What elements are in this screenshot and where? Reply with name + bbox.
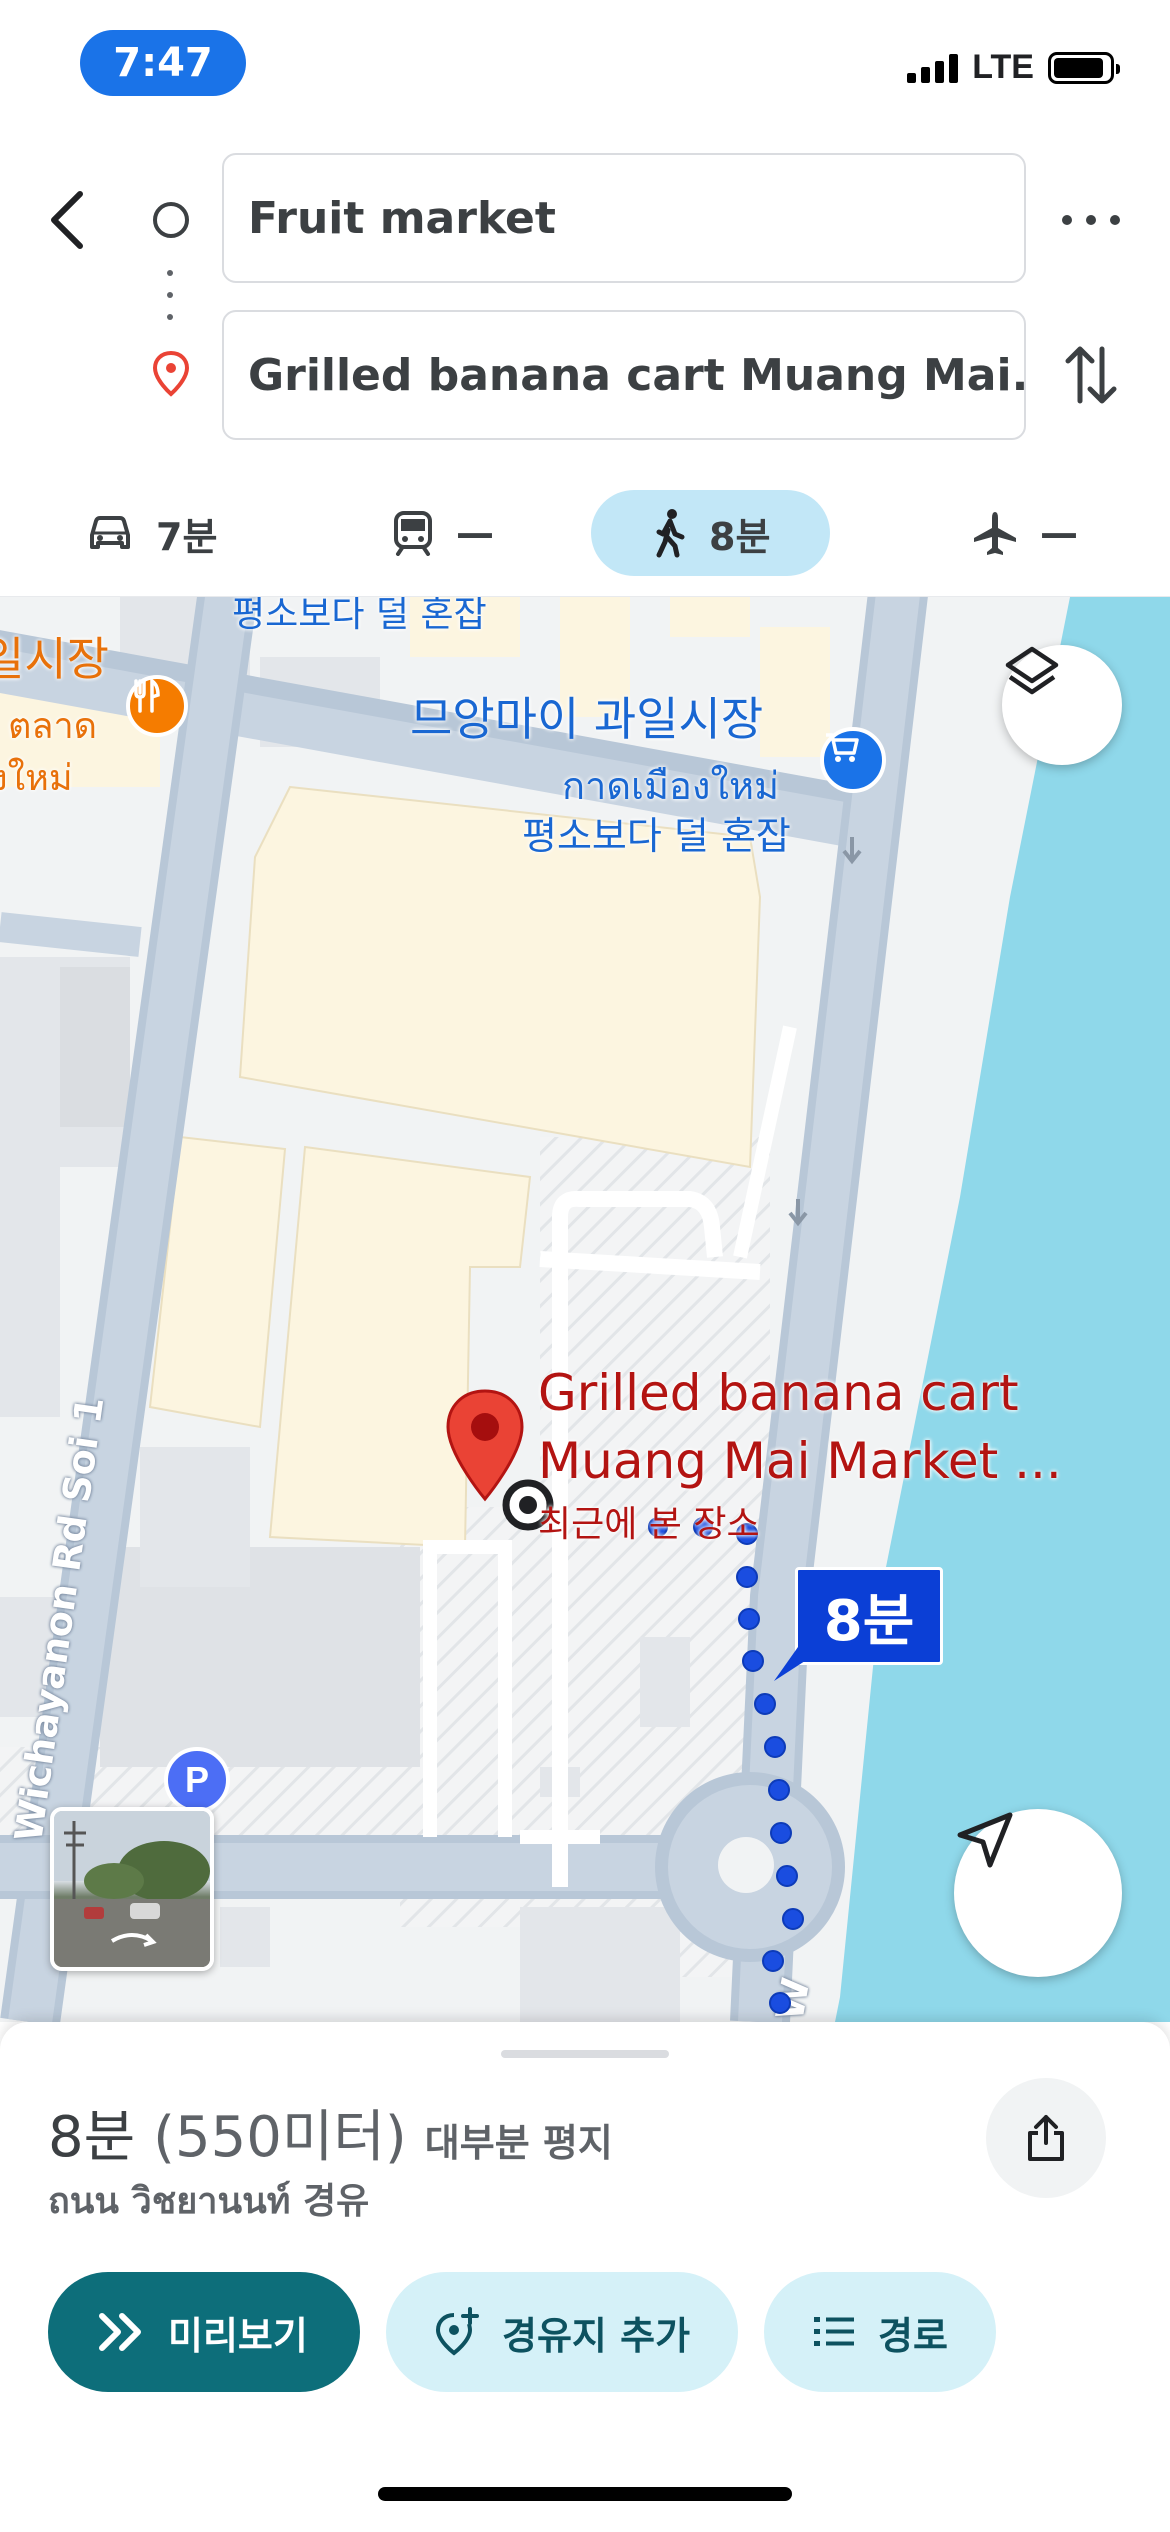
destination-field[interactable]: Grilled banana cart Muang Mai... <box>222 310 1026 440</box>
status-time: 7:47 <box>80 30 246 96</box>
route-terrain-note: 대부분 평지 <box>424 2121 613 2165</box>
steps-label: 경로 <box>878 2313 948 2358</box>
preview-button[interactable]: 미리보기 <box>48 2272 360 2392</box>
route-via: ถนน วิชยานนท์ 경유 <box>48 2181 370 2222</box>
mode-transit-label: — <box>456 511 494 555</box>
mode-drive[interactable]: 7분 <box>86 490 217 576</box>
steps-button[interactable]: 경로 <box>764 2272 996 2392</box>
street-view-thumbnail[interactable] <box>50 1807 214 1971</box>
route-summary: 8분 (550미터) 대부분 평지 <box>48 2092 613 2173</box>
add-location-icon <box>435 2307 479 2356</box>
share-button[interactable] <box>986 2078 1106 2198</box>
street-view-image <box>54 1811 210 1967</box>
signal-icon <box>907 53 959 83</box>
mode-transit[interactable]: — <box>392 490 494 576</box>
preview-label: 미리보기 <box>168 2313 308 2358</box>
mode-walk[interactable]: 8분 <box>591 490 831 576</box>
status-bar: 7:47 LTE <box>0 0 1170 140</box>
route-duration: 8분 <box>48 2105 136 2170</box>
add-stop-label: 경유지 추가 <box>502 2313 691 2358</box>
mode-drive-label: 7분 <box>156 514 218 559</box>
walk-time-callout: 8분 <box>795 1567 943 1665</box>
list-icon <box>814 2317 855 2346</box>
recenter-button[interactable] <box>954 1809 1122 1977</box>
battery-icon <box>1048 51 1120 84</box>
mode-flight[interactable]: — <box>972 490 1078 576</box>
map-view[interactable]: 평소보다 덜 혼잡 일시장 ตลาด งใหม่ 므앙마이 과일시장 กาดเม… <box>0 597 1170 2022</box>
train-icon <box>394 511 432 556</box>
walk-icon <box>656 509 685 558</box>
callout-tail <box>774 1647 808 1681</box>
destination-name-line1[interactable]: Grilled banana cart <box>538 1359 1019 1427</box>
battery-level <box>1054 57 1103 78</box>
navigation-arrow-icon <box>957 1812 1013 1868</box>
swap-button[interactable] <box>1056 335 1126 415</box>
back-arrow-icon <box>51 191 83 249</box>
destination-name-line2[interactable]: Muang Mai Market ... <box>538 1427 1062 1495</box>
destination-marker-icon[interactable] <box>442 1387 528 1507</box>
plane-icon <box>974 512 1016 555</box>
add-stop-button[interactable]: 경유지 추가 <box>386 2272 739 2392</box>
swap-icon <box>1065 346 1117 404</box>
route-distance: (550미터) <box>153 2105 407 2170</box>
layers-icon <box>1005 646 1059 695</box>
car-icon <box>90 516 130 549</box>
route-dots-icon <box>167 270 175 320</box>
mode-walk-label: 8분 <box>709 514 771 559</box>
mode-flight-label: — <box>1040 511 1078 555</box>
share-icon <box>1028 2115 1064 2161</box>
travel-modes: 7분 — 8분 — <box>0 480 1170 600</box>
back-button[interactable] <box>36 180 100 260</box>
recently-viewed-label: 최근에 본 장소 <box>538 1504 760 1545</box>
origin-field[interactable]: Fruit market <box>222 153 1026 283</box>
status-indicators: LTE <box>907 48 1120 87</box>
route-summary-sheet: 8분 (550미터) 대부분 평지 ถนน วิชยานนท์ 경유 미리보기 … <box>0 2022 1170 2532</box>
network-label: LTE <box>972 48 1034 86</box>
double-chevron-icon <box>99 2313 141 2351</box>
route-actions: 미리보기 경유지 추가 경로 <box>48 2272 996 2392</box>
sheet-drag-handle[interactable] <box>501 2050 669 2058</box>
home-indicator[interactable] <box>378 2487 792 2501</box>
origin-icon <box>153 202 189 238</box>
layers-button[interactable] <box>1002 645 1122 765</box>
more-options-button[interactable] <box>1056 195 1126 245</box>
destination-pin-icon <box>150 350 192 402</box>
